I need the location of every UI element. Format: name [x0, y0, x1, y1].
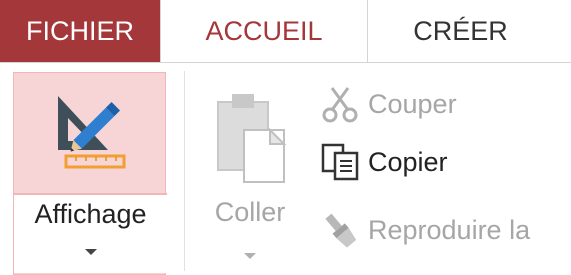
paste-label: Coller [214, 197, 286, 227]
copy-button[interactable]: Copier [320, 138, 448, 186]
view-label: Affichage [34, 199, 147, 229]
format-painter-button[interactable]: Reproduire la [320, 206, 530, 254]
view-button[interactable]: Affichage [13, 72, 167, 275]
group-divider [184, 71, 185, 271]
copy-label: Copier [368, 146, 448, 177]
cut-label: Couper [368, 88, 457, 119]
paste-icon [217, 94, 287, 183]
format-painter-icon [325, 213, 357, 248]
format-painter-label: Reproduire la [368, 214, 531, 245]
paste-button[interactable]: Coller [196, 75, 304, 275]
scissors-icon [322, 87, 358, 123]
cut-button[interactable]: Couper [320, 80, 457, 128]
tab-file[interactable]: FICHIER [0, 0, 160, 62]
tab-file-label: FICHIER [26, 15, 134, 46]
copy-icon [321, 143, 359, 181]
chevron-down-icon [244, 253, 256, 259]
ribbon-tab-bar: FICHIER ACCUEIL CRÉER [0, 0, 571, 62]
ribbon-panel: Affichage Coller Couper Copier Reproduir… [0, 62, 571, 275]
chevron-down-icon [85, 249, 97, 255]
tab-create[interactable]: CRÉER [368, 0, 553, 62]
view-dropdown[interactable]: Affichage [14, 195, 167, 273]
tab-home-label: ACCUEIL [205, 15, 323, 46]
design-view-icon [58, 96, 126, 169]
tab-create-label: CRÉER [413, 15, 508, 46]
tab-home[interactable]: ACCUEIL [160, 0, 368, 62]
